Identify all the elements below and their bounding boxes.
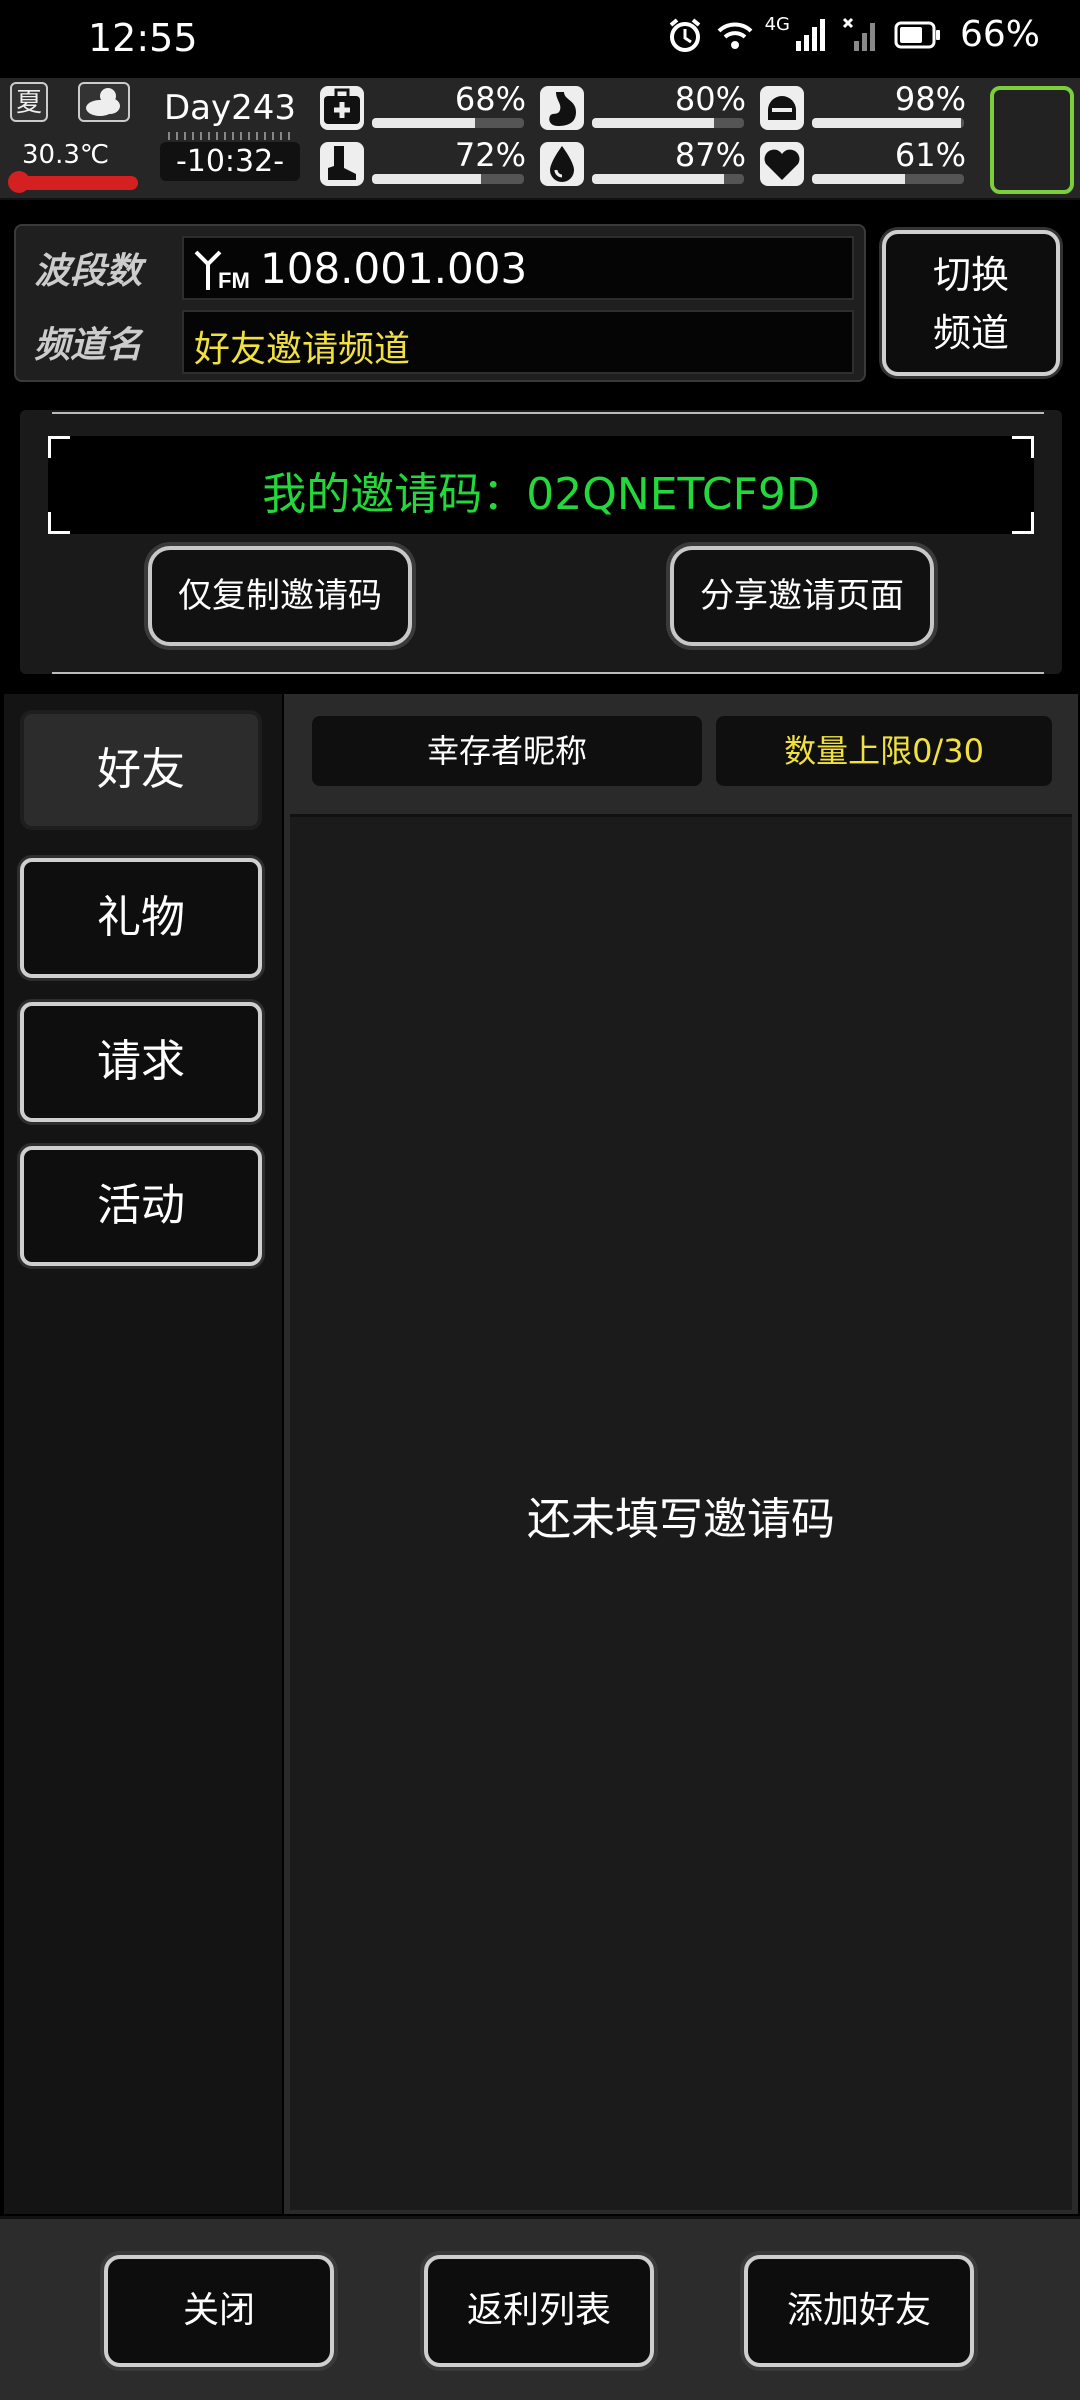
stat-health-value: 68%: [454, 80, 526, 118]
water-drop-icon: [540, 142, 584, 186]
alarm-icon: [669, 17, 700, 52]
rebate-list-button[interactable]: 返利列表: [424, 2255, 654, 2367]
invite-code-box: 我的邀请码：02QNETCF9D: [48, 436, 1034, 534]
helmet-icon: [760, 86, 804, 130]
day-progress-ticks: [168, 132, 292, 140]
tab-gifts[interactable]: 礼物: [20, 858, 262, 978]
channel-value: 好友邀请频道: [194, 329, 411, 370]
svg-text:FM: FM: [218, 268, 250, 292]
weather-icon: [78, 82, 130, 122]
stat-hunger-value: 80%: [674, 80, 746, 118]
tab-requests[interactable]: 请求: [20, 1002, 262, 1122]
thermometer-bar: [8, 171, 138, 193]
medkit-icon: [320, 86, 364, 130]
divider-bottom: [52, 672, 1044, 674]
switch-channel-label-2: 频道: [932, 311, 1009, 355]
stat-thirst-value: 87%: [674, 136, 746, 174]
stat-stamina-value: 72%: [454, 136, 526, 174]
column-header-limit: 数量上限0/30: [716, 716, 1052, 786]
wifi-icon: [717, 22, 752, 49]
close-button[interactable]: 关闭: [104, 2255, 334, 2367]
divider-top: [52, 412, 1044, 414]
tab-friends[interactable]: 好友: [20, 710, 262, 830]
season-badge: 夏: [10, 82, 48, 122]
copy-invite-code-button[interactable]: 仅复制邀请码: [148, 546, 412, 646]
hud-menu-button[interactable]: [990, 86, 1074, 194]
channel-label: 频道名: [34, 325, 143, 366]
battery-percent: 66%: [959, 14, 1040, 55]
stat-thirst: 87%: [540, 136, 750, 188]
side-tab-bar: 好友 礼物 请求 活动: [4, 694, 282, 2214]
day-clock: Day243 -10:32-: [160, 88, 300, 188]
stat-hunger: 80%: [540, 80, 750, 132]
day-count: Day243: [163, 88, 297, 128]
channel-field: 好友邀请频道: [182, 310, 854, 374]
switch-channel-button[interactable]: 切换 频道: [882, 230, 1060, 376]
network-type: 4G: [764, 14, 790, 35]
invite-panel: 我的邀请码：02QNETCF9D 仅复制邀请码 分享邀请页面: [20, 410, 1062, 674]
stat-health: 68%: [320, 80, 530, 132]
temperature: 30.3℃: [22, 140, 110, 170]
band-label: 波段数: [34, 251, 143, 292]
band-field: FM 108.001.003: [182, 236, 854, 300]
season-label: 夏: [15, 88, 42, 118]
column-header-nickname: 幸存者昵称: [312, 716, 702, 786]
friends-list-panel: 幸存者昵称 数量上限0/30 还未填写邀请码: [284, 694, 1078, 2214]
friends-list[interactable]: 还未填写邀请码: [290, 814, 1072, 2210]
stomach-icon: [540, 86, 584, 130]
bottom-action-bar: 关闭 返利列表 添加好友: [0, 2216, 1080, 2400]
signal-icon: [795, 18, 825, 51]
boot-icon: [320, 142, 364, 186]
tab-events[interactable]: 活动: [20, 1146, 262, 1266]
status-bar: 12:55 4G 66%: [0, 0, 1080, 78]
status-time: 12:55: [88, 16, 198, 60]
empty-list-message: 还未填写邀请码: [527, 1494, 835, 1545]
add-friend-button[interactable]: 添加好友: [744, 2255, 974, 2367]
invite-code-text[interactable]: 我的邀请码：02QNETCF9D: [48, 458, 1034, 522]
share-invite-page-button[interactable]: 分享邀请页面: [670, 546, 934, 646]
signal-x-icon: [842, 17, 875, 51]
battery-icon: [894, 21, 940, 48]
survival-hud: 夏 30.3℃ Day243 -10:32- 68% 80% 98% 72% 8…: [0, 78, 1080, 200]
stat-mood-value: 61%: [894, 136, 966, 174]
stat-armor-value: 98%: [894, 80, 966, 118]
radio-panel: 波段数 FM 108.001.003 频道名 好友邀请频道: [14, 224, 866, 382]
heart-icon: [760, 142, 804, 186]
status-icons: 4G 66%: [665, 14, 1040, 55]
stat-armor: 98%: [760, 80, 970, 132]
game-clock: -10:32-: [160, 142, 300, 181]
band-value: 108.001.003: [260, 244, 528, 293]
stat-stamina: 72%: [320, 136, 530, 188]
switch-channel-label-1: 切换: [932, 253, 1009, 297]
fm-antenna-icon: FM: [194, 250, 250, 292]
stat-mood: 61%: [760, 136, 970, 188]
